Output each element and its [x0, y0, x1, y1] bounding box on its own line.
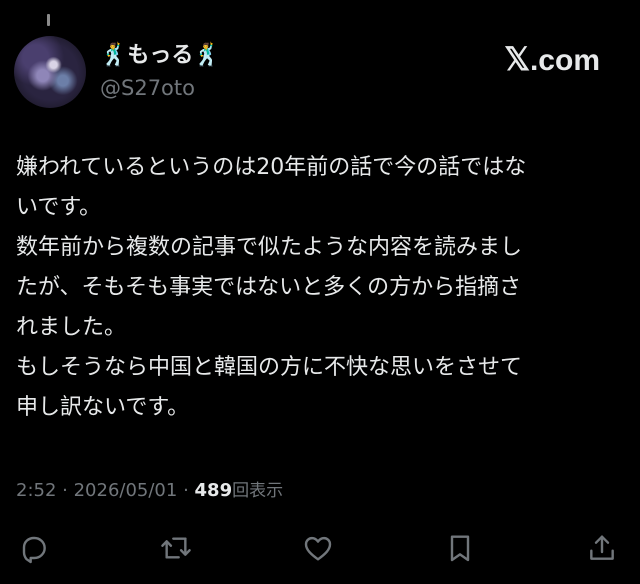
tweet-date[interactable]: 2026/05/01	[74, 480, 178, 501]
bookmark-button[interactable]	[440, 528, 480, 568]
tweet-text-line: 嫌われているというのは20年前の話で今の話ではな	[16, 155, 527, 180]
heart-icon	[304, 536, 332, 561]
tweet-text-line: たが、そもそも事実ではないと多くの方から指摘さ	[16, 275, 522, 300]
repost-button[interactable]	[156, 528, 196, 568]
tweet-time[interactable]: 2:52	[16, 480, 56, 501]
action-bar	[0, 528, 640, 568]
tweet-meta: 2:52 · 2026/05/01 · 489回表示	[16, 478, 283, 504]
meta-separator: ·	[56, 480, 74, 501]
repost-icon	[161, 537, 191, 559]
share-button[interactable]	[582, 528, 622, 568]
brand-logo: 𝕏.com	[504, 42, 600, 78]
tweet-text: 嫌われているというのは20年前の話で今の話ではな いです。 数年前から複数の記事…	[16, 148, 628, 428]
x-logo-icon: 𝕏	[504, 41, 530, 77]
avatar[interactable]	[14, 36, 86, 108]
display-name[interactable]: 🕺もっる🕺	[100, 42, 221, 70]
brand-suffix: .com	[529, 44, 600, 77]
views-label: 回表示	[232, 481, 284, 501]
like-button[interactable]	[298, 528, 338, 568]
tweet-text-line: もしそうなら中国と韓国の方に不快な思いをさせて	[16, 355, 523, 380]
bookmark-icon	[450, 535, 470, 562]
reply-icon	[22, 536, 46, 564]
tweet-text-line: れました。	[16, 315, 127, 340]
user-handle[interactable]: @S27oto	[100, 74, 195, 102]
meta-separator: ·	[177, 480, 195, 501]
tweet-text-line: 申し訳ないです。	[16, 395, 190, 420]
tweet-text-line: 数年前から複数の記事で似たような内容を読みまし	[16, 235, 523, 260]
tweet-text-line: いです。	[16, 195, 102, 220]
share-icon	[590, 535, 614, 560]
status-tick	[47, 14, 50, 26]
reply-button[interactable]	[14, 528, 54, 568]
views-count[interactable]: 489	[195, 480, 233, 501]
